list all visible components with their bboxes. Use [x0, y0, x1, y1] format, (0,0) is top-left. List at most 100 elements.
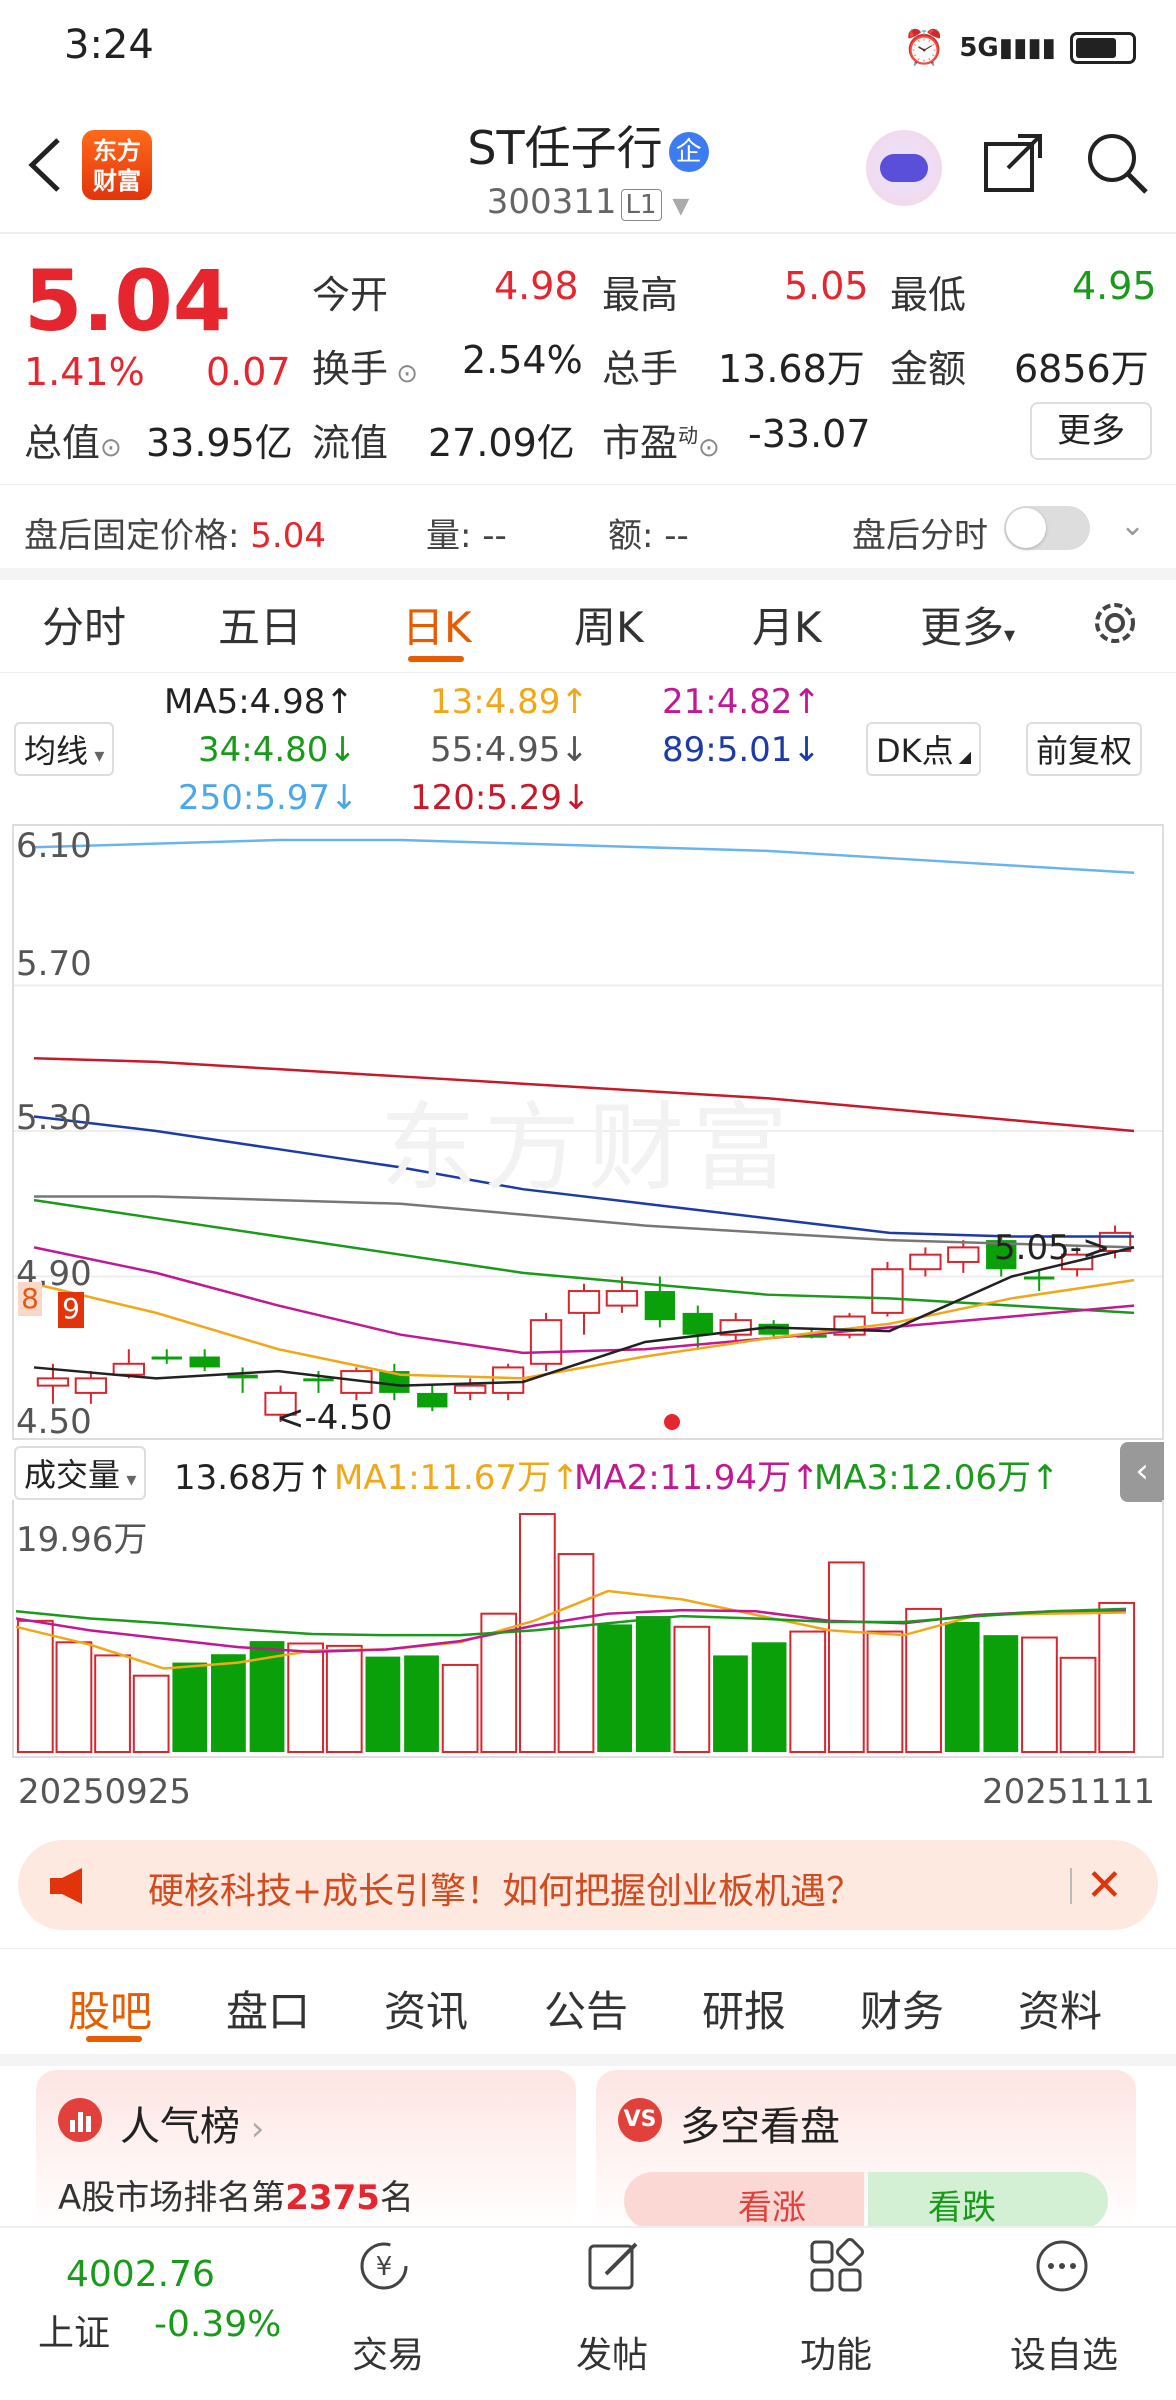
status-icons: ⏰ 5G▮▮▮▮	[903, 28, 1136, 68]
info-icon[interactable]: ⊙	[100, 433, 122, 463]
candle-body	[112, 1362, 146, 1376]
tab-daily-k[interactable]: 日K	[402, 594, 472, 655]
y-tick-label: 5.70	[16, 944, 92, 984]
candle-body	[567, 1290, 601, 1314]
quote-divider	[0, 484, 1176, 485]
level-badge: L1	[620, 189, 662, 221]
amount-label: 金额	[890, 347, 967, 391]
volume-bar	[55, 1641, 93, 1753]
tab-five-day[interactable]: 五日	[218, 594, 302, 655]
enterprise-badge: 企	[668, 131, 709, 172]
volume-bar	[713, 1655, 748, 1752]
info-icon[interactable]: ⊙	[698, 433, 720, 463]
ma-line	[33, 838, 1135, 874]
volume-bar	[827, 1561, 865, 1753]
dk-point-button[interactable]: DK点 ◢	[866, 722, 982, 776]
index-value[interactable]: 4002.76	[66, 2254, 215, 2295]
candle-body	[871, 1268, 904, 1314]
index-name[interactable]: 上证	[38, 2304, 110, 2356]
settings-button[interactable]	[1088, 596, 1142, 650]
ma55-value: 55:4.95↓	[430, 730, 589, 770]
vol-ma3: MA3:12.06万↑	[814, 1458, 1060, 1498]
volume-bar	[944, 1622, 980, 1752]
share-icon	[984, 134, 1042, 192]
signal-marker[interactable]: 8	[18, 1282, 42, 1316]
banner-text[interactable]: 硬核科技+成长引擎！如何把握创业板机遇？	[148, 1862, 862, 1914]
signal-icon: 5G▮▮▮▮	[959, 33, 1056, 63]
status-time: 3:24	[64, 22, 154, 68]
volume-bar	[597, 1624, 632, 1752]
vol-ma1: MA1:11.67万↑	[334, 1458, 580, 1498]
high-label: 最高	[602, 273, 679, 317]
after-hours-toggle[interactable]	[1004, 506, 1090, 550]
ma120-value: 120:5.29↓	[410, 778, 591, 818]
tab-announcements[interactable]: 公告	[544, 1978, 628, 2039]
alarm-icon: ⏰	[902, 28, 946, 68]
y-tick-label: 6.10	[16, 826, 92, 866]
gear-icon	[1095, 603, 1135, 643]
chevron-down-icon: ▼	[672, 194, 690, 219]
tab-research[interactable]: 研报	[702, 1978, 786, 2039]
tab-orderbook[interactable]: 盘口	[226, 1978, 310, 2039]
info-icon[interactable]: ⊙	[388, 359, 418, 389]
volume-chart[interactable]	[12, 1500, 1164, 1758]
after-hours-volume: 量: --	[426, 516, 507, 556]
index-change[interactable]: -0.39%	[154, 2304, 281, 2345]
tabs-divider	[0, 672, 1176, 673]
volume-bar	[172, 1662, 208, 1752]
nav-function[interactable]: 功能	[776, 2326, 896, 2378]
high-annotation: 5.05->	[994, 1228, 1111, 1268]
vs-icon: VS	[618, 2098, 662, 2142]
adjust-button[interactable]: 前复权	[1026, 722, 1143, 776]
assistant-avatar[interactable]	[866, 130, 942, 206]
volume-current: 13.68万↑	[174, 1458, 334, 1498]
candle-body	[36, 1377, 70, 1387]
tab-forum[interactable]: 股吧	[68, 1978, 152, 2039]
candle-body	[303, 1378, 334, 1382]
volume-svg	[15, 1513, 1136, 1754]
volume-bar	[404, 1655, 439, 1752]
popularity-title[interactable]: 人气榜 ›	[120, 2094, 264, 2152]
tab-finance[interactable]: 财务	[860, 1978, 944, 2039]
signal-marker[interactable]: 9	[58, 1292, 84, 1328]
tab-intraday[interactable]: 分时	[42, 594, 126, 655]
bear-label: 看跌	[928, 2188, 996, 2228]
tab-weekly-k[interactable]: 周K	[574, 594, 644, 655]
nav-watchlist[interactable]: 设自选	[1002, 2326, 1126, 2378]
open-label: 今开	[312, 273, 389, 317]
volume-bar	[519, 1513, 556, 1753]
date-start: 20250925	[18, 1772, 192, 1812]
collapse-button[interactable]: ‹	[1120, 1442, 1164, 1502]
candle-body	[909, 1253, 942, 1271]
more-quote-button[interactable]: 更多	[1030, 402, 1152, 460]
close-icon[interactable]: ✕	[1086, 1860, 1123, 1911]
volume-select[interactable]: 成交量 ▾	[14, 1446, 147, 1500]
volume-bar	[132, 1674, 170, 1753]
after-hours-amount: 额: --	[608, 516, 689, 556]
bottom-tabs-divider	[0, 1948, 1176, 1949]
share-button[interactable]	[982, 132, 1046, 196]
candle-body	[189, 1356, 220, 1368]
nav-post[interactable]: 发帖	[552, 2326, 672, 2378]
volume-bar	[635, 1616, 671, 1752]
tab-more[interactable]: 更多▾	[920, 594, 1015, 655]
tab-monthly-k[interactable]: 月K	[752, 594, 822, 655]
ma-select[interactable]: 均线 ▾	[14, 722, 115, 776]
candle-body	[758, 1323, 789, 1335]
candle-body	[644, 1291, 676, 1321]
volume-bar	[94, 1654, 131, 1754]
chevron-down-icon[interactable]: ⌄	[1120, 508, 1145, 543]
volume-bar	[789, 1630, 827, 1753]
search-button[interactable]	[1084, 130, 1150, 196]
section-gap	[0, 568, 1176, 580]
tab-profile[interactable]: 资料	[1018, 1978, 1102, 2039]
event-dot[interactable]	[664, 1414, 680, 1430]
sentiment-title: 多空看盘	[680, 2104, 840, 2150]
nav-trade[interactable]: 交易	[328, 2326, 448, 2378]
header-divider	[0, 232, 1176, 234]
pe-label: 市盈动⊙	[602, 421, 720, 465]
tab-news[interactable]: 资讯	[384, 1978, 468, 2039]
vol-ma2: MA2:11.94万↑	[574, 1458, 820, 1498]
pe-value: -33.07	[748, 412, 871, 456]
volume-value: 13.68万	[718, 347, 865, 391]
